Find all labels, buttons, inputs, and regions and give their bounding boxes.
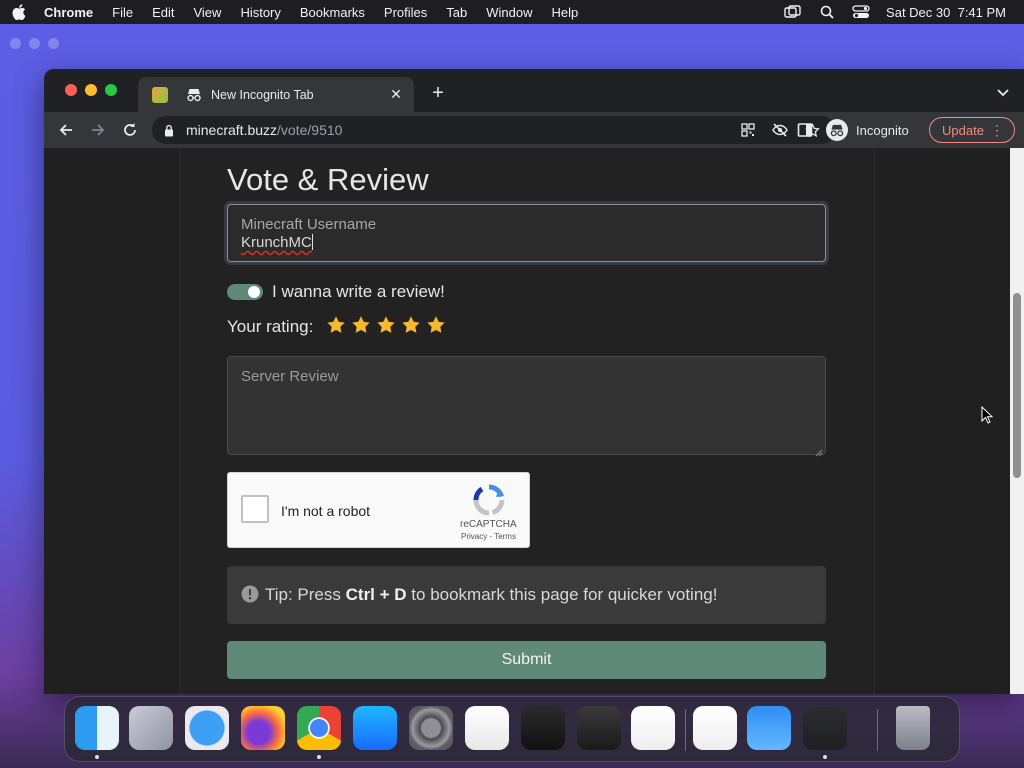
close-tab-icon[interactable]: ✕ [388, 86, 404, 103]
more-menu-icon[interactable]: ⋮ [990, 123, 1004, 137]
tip-shortcut-keys: Ctrl + D [345, 585, 407, 604]
discord-icon[interactable] [803, 706, 847, 750]
system-settings-icon[interactable] [409, 706, 453, 750]
dock-separator [877, 709, 878, 751]
minimize-window-button[interactable] [85, 84, 97, 96]
spotlight-search-icon[interactable] [818, 5, 836, 19]
menu-app-name[interactable]: Chrome [44, 5, 93, 20]
review-placeholder: Server Review [241, 368, 339, 385]
update-label: Update [942, 122, 984, 138]
finder-icon[interactable] [75, 706, 119, 750]
tracking-protection-eye-off-icon[interactable] [772, 122, 788, 138]
tab-search-chevron-icon[interactable] [996, 85, 1010, 97]
page-scrollbar[interactable] [1010, 148, 1024, 694]
zoom-window-button[interactable] [105, 84, 117, 96]
running-indicator [95, 755, 99, 759]
back-button[interactable] [56, 120, 76, 140]
trash-icon[interactable] [896, 706, 930, 750]
window-controls [65, 84, 117, 96]
update-button[interactable]: Update ⋮ [929, 117, 1015, 143]
submit-button[interactable]: Submit [227, 641, 826, 679]
dock-separator [685, 709, 686, 751]
browser-toolbar: minecraft.buzz/vote/9510 Incognito Updat… [44, 112, 1024, 148]
tab-strip: New Incognito Tab ✕ + [44, 69, 1024, 112]
close-window-button[interactable] [65, 84, 77, 96]
tab-title: New Incognito Tab [211, 87, 314, 102]
recaptcha-widget: I'm not a robot reCAPTCHA Privacy - Term… [227, 472, 530, 548]
write-review-label[interactable]: I wanna write a review! [272, 282, 445, 302]
apple-menu-icon[interactable] [12, 4, 26, 20]
menu-bar: Chrome File Edit View History Bookmarks … [0, 0, 1024, 24]
running-indicator [317, 755, 321, 759]
textedit-icon[interactable] [465, 706, 509, 750]
incognito-profile-button[interactable]: Incognito [826, 116, 909, 144]
lock-icon[interactable] [164, 123, 176, 137]
running-indicator [823, 755, 827, 759]
recaptcha-privacy-terms-links[interactable]: Privacy - Terms [461, 532, 516, 541]
garageband-icon[interactable] [577, 706, 621, 750]
resize-grip-icon[interactable] [815, 444, 823, 457]
side-panel-icon[interactable] [797, 122, 813, 138]
mouse-pointer-icon [981, 405, 994, 424]
qr-code-icon[interactable] [740, 122, 756, 138]
captcha-label[interactable]: I'm not a robot [281, 503, 370, 519]
info-exclamation-icon [241, 585, 259, 603]
forward-button[interactable] [88, 120, 108, 140]
tab-new-incognito[interactable]: New Incognito Tab ✕ [138, 77, 414, 112]
terminal-icon[interactable] [521, 706, 565, 750]
captcha-checkbox[interactable] [241, 495, 269, 523]
rating-star-icon[interactable] [426, 315, 446, 335]
rating-star-icon[interactable] [376, 315, 396, 335]
username-field-label: Minecraft Username [241, 216, 377, 233]
control-center-icon[interactable] [852, 5, 870, 19]
menu-history[interactable]: History [240, 5, 280, 20]
firefox-icon[interactable] [241, 706, 285, 750]
username-field-value[interactable]: KrunchMC [241, 234, 313, 251]
scrollbar-thumb[interactable] [1013, 293, 1021, 478]
dock [64, 696, 960, 762]
url-text: minecraft.buzz/vote/9510 [186, 122, 343, 138]
reload-button[interactable] [120, 120, 140, 140]
menu-edit[interactable]: Edit [152, 5, 174, 20]
menu-tab[interactable]: Tab [446, 5, 467, 20]
menu-file[interactable]: File [112, 5, 133, 20]
recaptcha-logo-icon [472, 483, 506, 517]
tip-text: Tip: Press Ctrl + D to bookmark this pag… [265, 585, 718, 604]
vscode-icon[interactable] [631, 706, 675, 750]
incognito-avatar-icon [826, 119, 848, 141]
chrome-icon[interactable] [297, 706, 341, 750]
safari-icon[interactable] [185, 706, 229, 750]
recaptcha-brand: reCAPTCHA [460, 519, 517, 530]
rating-stars [326, 315, 446, 335]
weather-icon[interactable] [747, 706, 791, 750]
incognito-icon [186, 87, 202, 103]
toggle-knob [248, 286, 260, 298]
server-review-textarea[interactable]: Server Review [227, 356, 826, 457]
address-bar[interactable]: minecraft.buzz/vote/9510 [152, 116, 836, 144]
menu-view[interactable]: View [193, 5, 221, 20]
background-window-controls [10, 38, 59, 49]
menu-help[interactable]: Help [552, 5, 579, 20]
rating-star-icon[interactable] [351, 315, 371, 335]
menu-window[interactable]: Window [486, 5, 532, 20]
new-tab-button[interactable]: + [428, 82, 448, 104]
minecraft-favicon-icon [152, 86, 168, 103]
write-review-toggle[interactable] [227, 284, 263, 300]
visual-studio-icon[interactable] [693, 706, 737, 750]
menu-profiles[interactable]: Profiles [384, 5, 427, 20]
chrome-window: New Incognito Tab ✕ + minecraft.buzz/vot… [44, 69, 1024, 694]
rating-star-icon[interactable] [401, 315, 421, 335]
bookmark-tip-box: Tip: Press Ctrl + D to bookmark this pag… [227, 566, 826, 624]
rating-star-icon[interactable] [326, 315, 346, 335]
incognito-label: Incognito [856, 122, 909, 138]
menu-clock[interactable]: Sat Dec 30 7:41 PM [886, 5, 1006, 20]
launchpad-icon[interactable] [129, 706, 173, 750]
screen-mirroring-icon[interactable] [784, 5, 802, 19]
page-viewport: Vote & Review Minecraft Username KrunchM… [44, 148, 1024, 694]
page-title: Vote & Review [227, 162, 429, 197]
rating-label: Your rating: [227, 317, 314, 336]
minecraft-username-input[interactable]: Minecraft Username KrunchMC [227, 204, 826, 262]
app-store-icon[interactable] [353, 706, 397, 750]
menu-bookmarks[interactable]: Bookmarks [300, 5, 365, 20]
